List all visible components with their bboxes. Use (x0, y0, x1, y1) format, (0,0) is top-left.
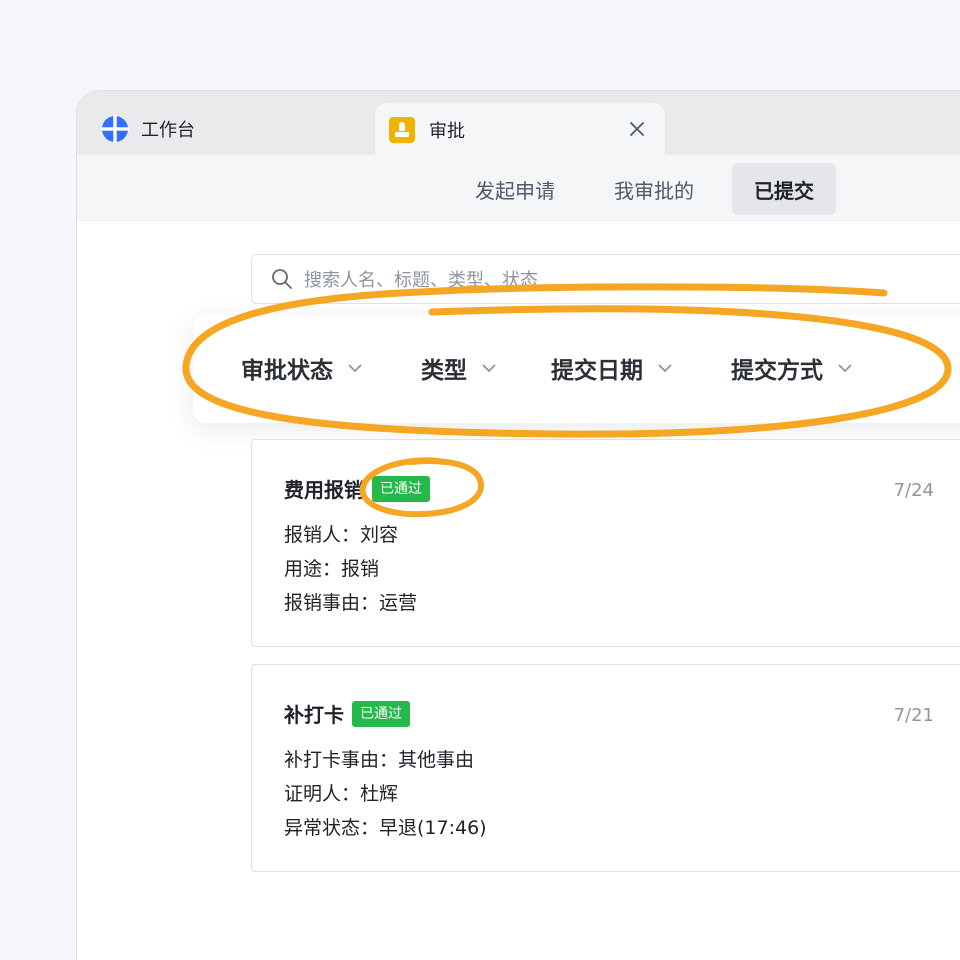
card-details: 补打卡事由：其他事由 证明人：杜辉 异常状态：早退(17:46) (284, 743, 487, 845)
subnav-initiate[interactable]: 发起申请 (453, 163, 577, 215)
approval-card[interactable]: 费用报销 已通过 7/24 报销人：刘容 用途：报销 报销事由：运营 (251, 439, 960, 647)
tab-workbench[interactable]: 工作台 (101, 115, 195, 143)
card-title: 费用报销 (284, 478, 364, 502)
filter-type[interactable]: 类型 (421, 351, 499, 385)
approval-subnav: 发起申请 我审批的 已提交 (77, 155, 960, 221)
card-detail-line: 补打卡事由：其他事由 (284, 749, 475, 771)
card-date: 7/24 (893, 480, 934, 501)
card-detail-line: 证明人：杜辉 (284, 783, 399, 805)
tab-approval-label: 审批 (429, 121, 465, 142)
tab-bar: 工作台 审批 (77, 91, 960, 157)
card-detail-line: 报销人：刘容 (284, 524, 399, 546)
filter-status-label: 审批状态 (241, 358, 333, 384)
subnav-my-approvals[interactable]: 我审批的 (592, 163, 716, 215)
chevron-down-icon (348, 364, 362, 373)
filter-submit-date[interactable]: 提交日期 (551, 351, 675, 385)
filter-bar: 审批状态 类型 提交日期 提交方式 (193, 315, 960, 423)
filter-type-label: 类型 (421, 358, 467, 384)
card-date: 7/21 (893, 705, 934, 726)
approval-card[interactable]: 补打卡 已通过 7/21 补打卡事由：其他事由 证明人：杜辉 异常状态：早退(1… (251, 664, 960, 872)
workbench-icon (101, 115, 129, 143)
card-detail-line: 用途：报销 (284, 558, 380, 580)
filter-submit-date-label: 提交日期 (551, 358, 643, 384)
chevron-down-icon (658, 364, 672, 373)
chevron-down-icon (482, 364, 496, 373)
approval-icon (389, 117, 415, 143)
tab-workbench-label: 工作台 (141, 120, 195, 141)
search-icon (272, 269, 292, 289)
card-detail-line: 报销事由：运营 (284, 592, 418, 614)
tab-approval[interactable]: 审批 (375, 103, 665, 157)
card-details: 报销人：刘容 用途：报销 报销事由：运营 (284, 518, 417, 620)
card-title-row: 补打卡 已通过 (284, 699, 410, 728)
card-detail-line: 异常状态：早退(17:46) (284, 817, 487, 839)
card-title-row: 费用报销 已通过 (284, 474, 430, 503)
filter-submit-method[interactable]: 提交方式 (731, 351, 855, 385)
subnav-submitted[interactable]: 已提交 (732, 163, 836, 215)
app-window: 工作台 审批 发起申请 我审批的 已提交 搜索人名、标题、类型、状态 审批状态 … (76, 90, 960, 960)
status-badge: 已通过 (352, 700, 410, 727)
search-placeholder: 搜索人名、标题、类型、状态 (304, 270, 538, 291)
close-icon[interactable] (625, 117, 649, 141)
card-title: 补打卡 (284, 703, 344, 727)
chevron-down-icon (838, 364, 852, 373)
filter-submit-method-label: 提交方式 (731, 358, 823, 384)
search-input[interactable]: 搜索人名、标题、类型、状态 (251, 254, 960, 304)
status-badge: 已通过 (372, 475, 430, 502)
filter-status[interactable]: 审批状态 (241, 351, 365, 385)
